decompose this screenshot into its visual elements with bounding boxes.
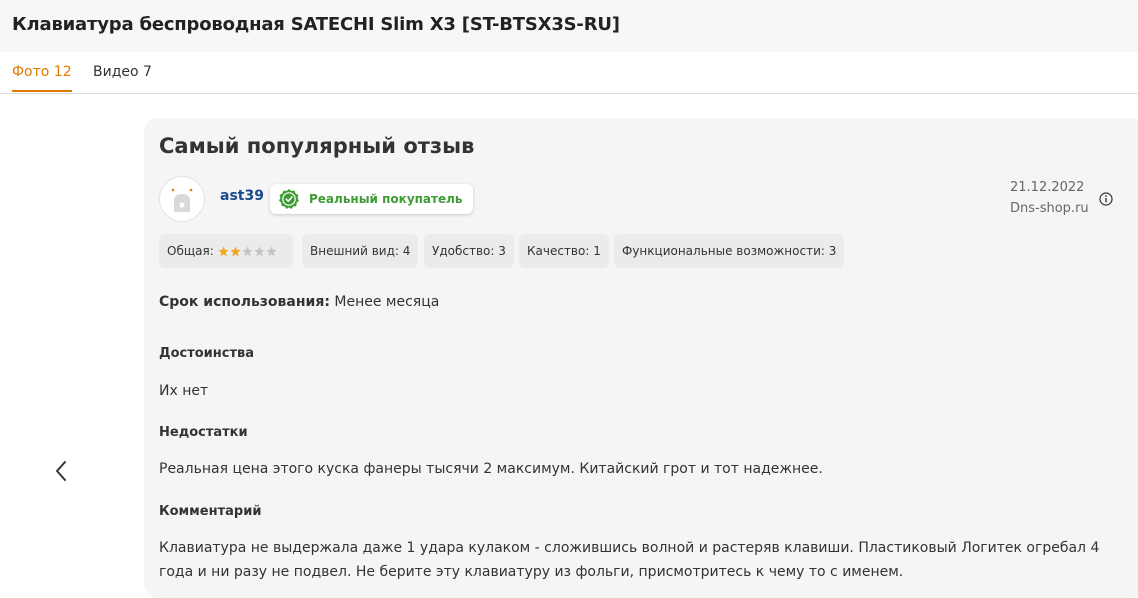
review-heading: Самый популярный отзыв	[159, 134, 475, 158]
real-buyer-label: Реальный покупатель	[309, 192, 463, 206]
product-title-bar: Клавиатура беспроводная SATECHI Slim X3 …	[0, 0, 1138, 52]
real-buyer-badge: Реальный покупатель	[270, 184, 473, 214]
chevron-left-icon[interactable]	[50, 456, 74, 486]
rating-quality: Качество: 1	[519, 234, 609, 268]
rating-appearance: Внешний вид: 4	[302, 234, 419, 268]
star-icon	[266, 246, 277, 256]
shield-check-icon	[279, 189, 299, 209]
review-author[interactable]: ast39	[220, 188, 264, 204]
rating-overall: Общая:	[159, 234, 293, 268]
tab-photo[interactable]: Фото 12	[12, 64, 72, 92]
usage-period-value: Менее месяца	[334, 294, 440, 310]
cons-text: Реальная цена этого куска фанеры тысячи …	[159, 461, 823, 477]
star-rating	[218, 246, 278, 257]
star-icon	[218, 246, 229, 256]
tab-video[interactable]: Видео 7	[93, 64, 152, 90]
pros-text: Их нет	[159, 383, 209, 399]
product-title: Клавиатура беспроводная SATECHI Slim X3 …	[12, 14, 620, 35]
review-date: 21.12.2022	[1010, 180, 1085, 195]
pros-title: Достоинства	[159, 346, 255, 361]
review-card: Самый популярный отзыв ast39 Реальный по…	[144, 118, 1138, 598]
usage-period-label: Срок использования:	[159, 294, 330, 310]
avatar-placeholder-icon	[161, 178, 203, 220]
usage-period: Срок использования: Менее месяца	[159, 294, 439, 310]
rating-overall-label: Общая:	[167, 244, 214, 258]
info-icon[interactable]	[1099, 191, 1113, 206]
comment-text: Клавиатура не выдержала даже 1 удара кул…	[159, 540, 1100, 580]
star-icon	[230, 246, 241, 256]
media-tabs: Фото 12 Видео 7	[0, 52, 1138, 94]
review-source: Dns-shop.ru	[1010, 201, 1089, 216]
comment-title: Комментарий	[159, 504, 262, 519]
avatar	[159, 176, 205, 222]
star-icon	[254, 246, 265, 256]
rating-convenience: Удобство: 3	[424, 234, 514, 268]
cons-title: Недостатки	[159, 425, 248, 440]
rating-functionality: Функциональные возможности: 3	[614, 234, 845, 268]
star-icon	[242, 246, 253, 256]
